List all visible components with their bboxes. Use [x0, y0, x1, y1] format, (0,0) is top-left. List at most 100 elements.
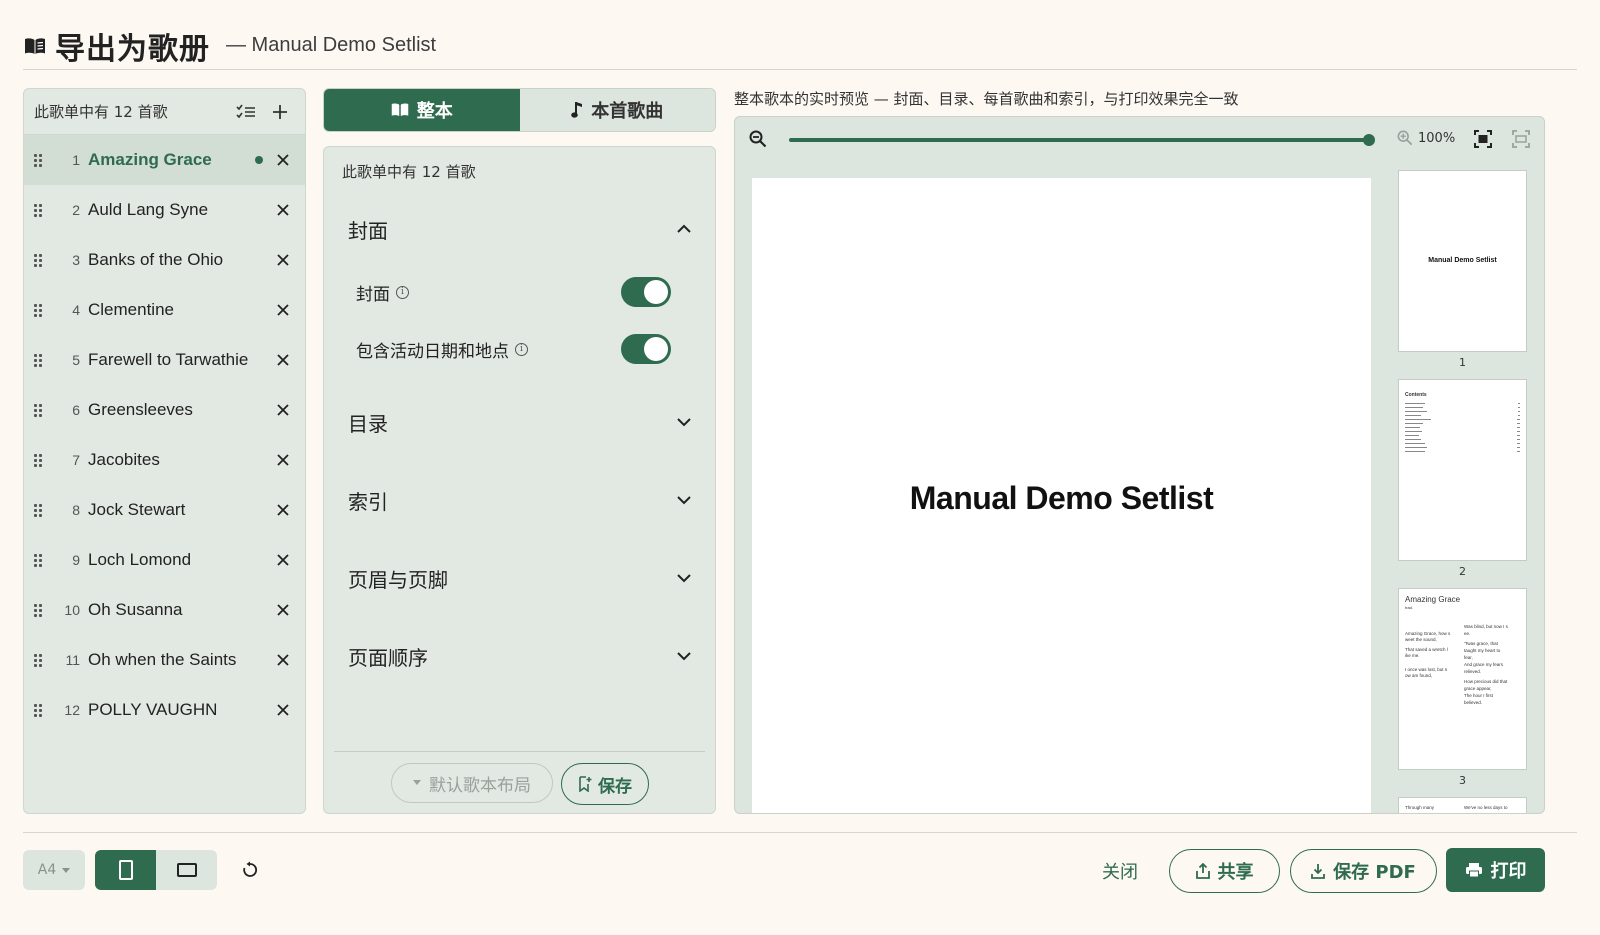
drag-handle-icon[interactable]: [34, 353, 46, 367]
option-cover: 封面 i: [356, 275, 671, 309]
section-toc[interactable]: 目录: [324, 397, 715, 447]
lyric-line: taught my heart to: [1464, 648, 1501, 653]
list-item[interactable]: 4 Clementine: [24, 285, 305, 335]
drag-handle-icon[interactable]: [34, 453, 46, 467]
lyric-line: 'Twas grace, that: [1464, 641, 1498, 646]
section-index[interactable]: 索引: [324, 475, 715, 525]
close-icon: [277, 554, 289, 566]
save-pdf-button[interactable]: 保存 PDF: [1290, 849, 1437, 893]
printer-icon: [1465, 863, 1482, 878]
list-item[interactable]: 11 Oh when the Saints: [24, 635, 305, 685]
page-thumbnail-3[interactable]: Amazing Grace trad. Amazing Grace, how s…: [1398, 588, 1527, 770]
toggle-knob: [644, 337, 668, 361]
reset-button[interactable]: [236, 856, 264, 884]
info-icon[interactable]: i: [515, 342, 528, 356]
layout-preset-dropdown[interactable]: 默认歌本布局: [391, 763, 553, 803]
share-button[interactable]: 共享: [1169, 849, 1280, 893]
drag-handle-icon[interactable]: [34, 203, 46, 217]
song-number: 8: [72, 502, 80, 518]
remove-song-button[interactable]: [275, 452, 291, 468]
song-number: 1: [72, 152, 80, 168]
list-item[interactable]: 3 Banks of the Ohio: [24, 235, 305, 285]
drag-handle-icon[interactable]: [34, 253, 46, 267]
current-song-indicator: [255, 156, 263, 164]
remove-song-button[interactable]: [275, 302, 291, 318]
list-item[interactable]: 9 Loch Lomond: [24, 535, 305, 585]
lyric-line: The hour I first: [1464, 693, 1494, 698]
share-label: 共享: [1217, 862, 1254, 883]
landscape-button[interactable]: [156, 850, 217, 890]
remove-song-button[interactable]: [275, 552, 291, 568]
zoom-slider[interactable]: [789, 138, 1369, 142]
portrait-button[interactable]: [95, 850, 156, 890]
drag-handle-icon[interactable]: [34, 553, 46, 567]
close-icon: [277, 704, 289, 716]
section-header-footer[interactable]: 页眉与页脚: [324, 553, 715, 603]
remove-song-button[interactable]: [275, 652, 291, 668]
page-thumbnail-2[interactable]: Contents: [1398, 379, 1527, 561]
song-title: Jacobites: [88, 450, 160, 469]
info-icon[interactable]: i: [396, 285, 409, 299]
thumb-cover-title: Manual Demo Setlist: [1428, 257, 1497, 264]
remove-song-button[interactable]: [275, 702, 291, 718]
remove-song-button[interactable]: [275, 502, 291, 518]
song-number: 3: [72, 252, 80, 268]
fit-width-icon[interactable]: [1512, 130, 1530, 148]
print-button[interactable]: 打印: [1446, 848, 1545, 892]
thumb-page-number: 1: [1459, 356, 1466, 369]
list-item[interactable]: 5 Farewell to Tarwathie: [24, 335, 305, 385]
paper-size-select[interactable]: A4: [23, 850, 85, 890]
lyric-line: And grace my fears: [1464, 662, 1504, 667]
tab-single-song[interactable]: 本首歌曲: [519, 89, 715, 131]
drag-handle-icon[interactable]: [34, 153, 46, 167]
select-songs-button[interactable]: [231, 97, 261, 127]
list-item[interactable]: 1 Amazing Grace: [24, 135, 305, 185]
save-layout-button[interactable]: 保存: [561, 763, 649, 805]
song-count: 此歌单中有 12 首歌: [34, 103, 168, 121]
remove-song-button[interactable]: [275, 252, 291, 268]
list-item[interactable]: 7 Jacobites: [24, 435, 305, 485]
drag-handle-icon[interactable]: [34, 653, 46, 667]
tab-whole-book[interactable]: 整本: [324, 89, 520, 131]
thumb-song-author: trad.: [1405, 605, 1414, 610]
list-item[interactable]: 12 POLLY VAUGHN: [24, 685, 305, 735]
remove-song-button[interactable]: [275, 352, 291, 368]
add-song-button[interactable]: [265, 97, 295, 127]
remove-song-button[interactable]: [275, 152, 291, 168]
remove-song-button[interactable]: [275, 402, 291, 418]
zoom-slider-thumb[interactable]: [1363, 134, 1375, 146]
drag-handle-icon[interactable]: [34, 703, 46, 717]
list-item[interactable]: 10 Oh Susanna: [24, 585, 305, 635]
save-pdf-label: 保存 PDF: [1333, 862, 1416, 883]
remove-song-button[interactable]: [275, 602, 291, 618]
option-label: 封面: [356, 284, 390, 305]
cover-toggle[interactable]: [621, 277, 671, 307]
list-item[interactable]: 2 Auld Lang Syne: [24, 185, 305, 235]
remove-song-button[interactable]: [275, 202, 291, 218]
toggle-knob: [644, 280, 668, 304]
bookmark-add-icon: [579, 776, 592, 792]
page-thumbnail-4[interactable]: Through many We've no less days to: [1398, 797, 1527, 813]
song-number: 10: [64, 602, 80, 618]
section-page-order[interactable]: 页面顺序: [324, 631, 715, 681]
fit-page-icon[interactable]: [1474, 130, 1492, 148]
cover-title: Manual Demo Setlist: [909, 479, 1214, 516]
section-cover[interactable]: 封面: [324, 204, 715, 254]
list-item[interactable]: 8 Jock Stewart: [24, 485, 305, 535]
drag-handle-icon[interactable]: [34, 603, 46, 617]
download-icon: [1311, 864, 1326, 879]
zoom-out-icon[interactable]: [749, 130, 767, 148]
drag-handle-icon[interactable]: [34, 503, 46, 517]
page-thumbnail-1[interactable]: Manual Demo Setlist: [1398, 170, 1527, 352]
song-number: 7: [72, 452, 80, 468]
lyric-line: How precious did that: [1464, 679, 1508, 684]
drag-handle-icon[interactable]: [34, 303, 46, 317]
drag-handle-icon[interactable]: [34, 403, 46, 417]
event-date-toggle[interactable]: [621, 334, 671, 364]
close-button[interactable]: 关闭: [1102, 858, 1138, 884]
zoom-in-icon[interactable]: [1397, 130, 1413, 146]
lyric-line: believed.: [1464, 700, 1483, 705]
divider: [334, 751, 705, 752]
list-item[interactable]: 6 Greensleeves: [24, 385, 305, 435]
lyric-line: grace appear,: [1464, 686, 1492, 691]
